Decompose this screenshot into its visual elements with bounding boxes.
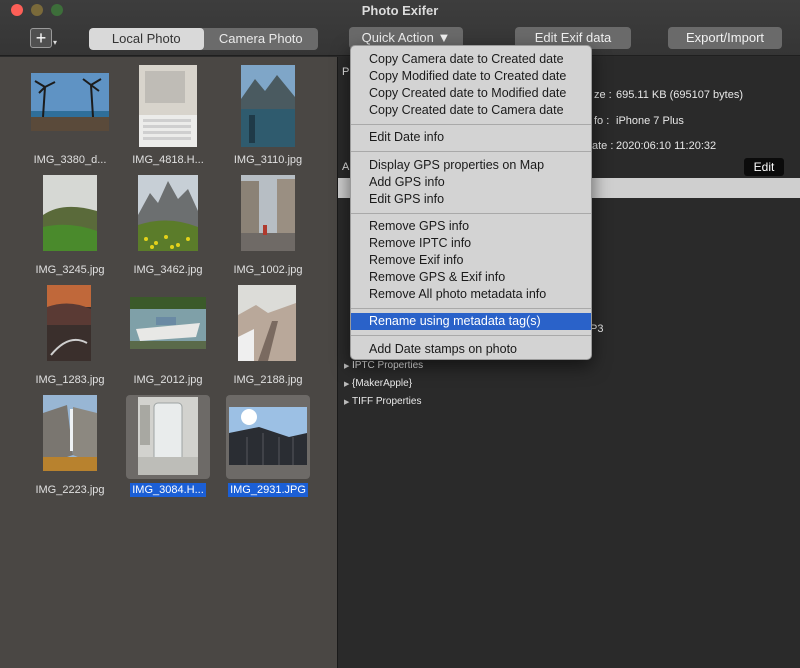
menu-item-remove-exif-info[interactable]: Remove Exif info	[351, 252, 591, 269]
photo-image	[31, 73, 109, 131]
menu-separator	[351, 124, 591, 125]
menu-item-copy-modified-to-created[interactable]: Copy Modified date to Created date	[351, 68, 591, 85]
menu-separator	[351, 213, 591, 214]
photo-thumbnail[interactable]: IMG_2188.jpg	[226, 285, 310, 395]
photo-thumbnail[interactable]: IMG_3084.H...	[126, 395, 210, 505]
disclosure-triangle-icon[interactable]: ▶	[344, 398, 352, 406]
tree-item-tiff-properties[interactable]: ▶ TIFF Properties	[344, 396, 421, 407]
export-import-button[interactable]: Export/Import	[668, 27, 782, 49]
edit-properties-button[interactable]: Edit	[744, 158, 784, 176]
tree-item-makerapple[interactable]: ▶ {MakerApple}	[344, 378, 412, 389]
tab-local-photo[interactable]: Local Photo	[89, 28, 204, 50]
menu-item-remove-gps-info[interactable]: Remove GPS info	[351, 218, 591, 235]
photo-filename: IMG_4818.H...	[132, 154, 204, 166]
properties-section-label: A	[342, 161, 350, 173]
photo-image	[43, 395, 97, 471]
tree-item-label: TIFF Properties	[352, 396, 422, 407]
menu-item-edit-gps-info[interactable]: Edit GPS info	[351, 191, 591, 208]
photo-source-tabs: Local Photo Camera Photo	[89, 28, 318, 50]
photo-filename: IMG_2223.jpg	[35, 484, 105, 496]
quick-action-menu: Copy Camera date to Created date Copy Mo…	[350, 45, 592, 360]
photo-thumbnail[interactable]: IMG_3462.jpg	[126, 175, 210, 285]
photo-image	[229, 407, 307, 465]
file-size-label: ze :	[594, 89, 612, 101]
window-title: Photo Exifer	[361, 3, 439, 18]
photo-grid: IMG_3380_d... IMG_4818.H... IMG_3110.jpg…	[0, 57, 337, 668]
menu-separator	[351, 335, 591, 336]
menu-item-copy-created-to-camera[interactable]: Copy Created date to Camera date	[351, 102, 591, 119]
photo-image	[238, 285, 296, 361]
photo-filename: IMG_1283.jpg	[35, 374, 105, 386]
menu-item-copy-created-to-modified[interactable]: Copy Created date to Modified date	[351, 85, 591, 102]
photo-image	[138, 397, 198, 475]
menu-item-copy-camera-to-created[interactable]: Copy Camera date to Created date	[351, 51, 591, 68]
menu-item-add-date-stamps[interactable]: Add Date stamps on photo	[351, 341, 591, 358]
menu-separator	[351, 308, 591, 309]
add-photo-button[interactable]: +	[30, 28, 52, 48]
tree-item-label: {MakerApple}	[352, 378, 413, 389]
photo-image	[43, 175, 97, 251]
photo-filename: IMG_2931.JPG	[228, 483, 308, 497]
photo-image	[130, 297, 206, 349]
photo-filename: IMG_1002.jpg	[233, 264, 303, 276]
tree-item-iptc-properties[interactable]: ▶ IPTC Properties	[344, 360, 423, 371]
photo-filename: IMG_2012.jpg	[133, 374, 203, 386]
disclosure-triangle-icon[interactable]: ▶	[344, 380, 352, 388]
photo-image	[241, 175, 295, 251]
date-label: ate :	[592, 140, 614, 152]
photo-filename: IMG_2188.jpg	[233, 374, 303, 386]
tree-item-label: IPTC Properties	[352, 360, 424, 371]
photo-filename: IMG_3110.jpg	[233, 154, 303, 166]
date-value: 2020:06:10 11:20:32	[616, 140, 717, 152]
camera-model-value: iPhone 7 Plus	[616, 115, 684, 127]
camera-model-label: fo :	[594, 115, 610, 127]
chevron-down-icon[interactable]: ▾	[53, 38, 57, 47]
menu-item-remove-gps-exif-info[interactable]: Remove GPS & Exif info	[351, 269, 591, 286]
photo-thumbnail[interactable]: IMG_2012.jpg	[126, 285, 210, 395]
photo-filename: IMG_3462.jpg	[133, 264, 203, 276]
menu-item-rename-using-metadata[interactable]: Rename using metadata tag(s)	[351, 313, 591, 330]
photo-thumbnail[interactable]: IMG_2931.JPG	[226, 395, 310, 505]
disclosure-triangle-icon[interactable]: ▶	[344, 362, 352, 370]
photo-thumbnail[interactable]: IMG_3245.jpg	[28, 175, 112, 285]
tab-camera-photo[interactable]: Camera Photo	[204, 28, 319, 50]
menu-item-remove-iptc-info[interactable]: Remove IPTC info	[351, 235, 591, 252]
photo-thumbnail[interactable]: IMG_1002.jpg	[226, 175, 310, 285]
photo-thumbnail[interactable]: IMG_4818.H...	[126, 65, 210, 175]
photo-thumbnail[interactable]: IMG_2223.jpg	[28, 395, 112, 505]
photo-image	[138, 175, 198, 251]
menu-separator	[351, 151, 591, 152]
menu-item-display-gps-map[interactable]: Display GPS properties on Map	[351, 157, 591, 174]
photo-filename: IMG_3084.H...	[130, 483, 206, 497]
details-tab-label[interactable]: P	[342, 66, 349, 78]
menu-item-remove-all-metadata[interactable]: Remove All photo metadata info	[351, 286, 591, 303]
photo-filename: IMG_3245.jpg	[35, 264, 105, 276]
photo-thumbnail[interactable]: IMG_3110.jpg	[226, 65, 310, 175]
partial-property-text: P3	[590, 323, 604, 335]
photo-filename: IMG_3380_d...	[33, 154, 107, 166]
photo-image	[139, 65, 197, 147]
menu-item-edit-date-info[interactable]: Edit Date info	[351, 129, 591, 146]
photo-image	[47, 285, 91, 361]
file-size-value: 695.11 KB (695107 bytes)	[616, 89, 743, 101]
menu-item-add-gps-info[interactable]: Add GPS info	[351, 174, 591, 191]
photo-thumbnail[interactable]: IMG_3380_d...	[28, 65, 112, 175]
photo-image	[241, 65, 295, 147]
photo-thumbnail[interactable]: IMG_1283.jpg	[28, 285, 112, 395]
